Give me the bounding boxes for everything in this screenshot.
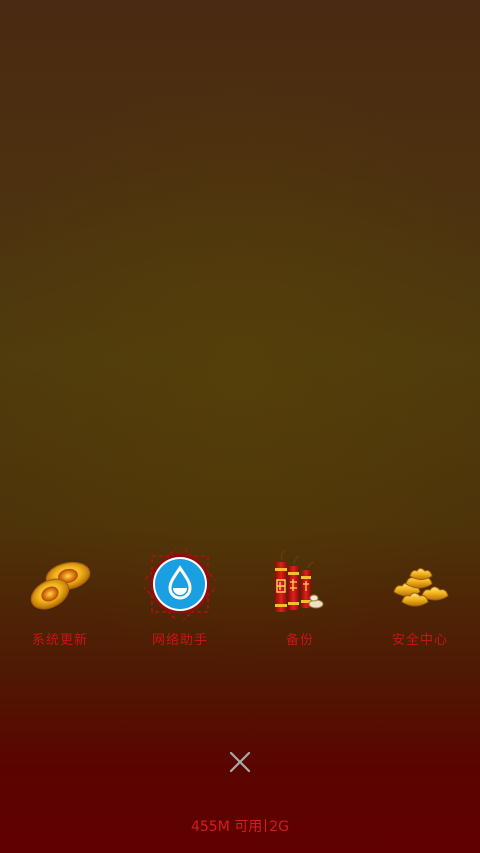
gold-ingot-pile-icon xyxy=(393,568,449,607)
system-update-label: 系统更新 xyxy=(31,633,88,648)
close-button[interactable] xyxy=(224,746,256,778)
network-assistant-button[interactable]: 网络助手 xyxy=(120,548,240,658)
backup-label: 备份 xyxy=(285,633,314,648)
backup-button[interactable]: 备份 xyxy=(240,548,360,658)
security-center-label: 安全中心 xyxy=(391,633,448,648)
water-drop-icon xyxy=(144,548,216,620)
memory-status: 455M 可用 2G xyxy=(0,816,480,836)
memory-total-text: 2G xyxy=(269,819,290,835)
system-update-button[interactable]: 系统更新 xyxy=(0,548,120,658)
security-center-button[interactable]: 安全中心 xyxy=(360,548,480,658)
app-launcher-row: 系统更新 网络助手 备份 安全中心 xyxy=(0,548,480,658)
memory-available-text: 455M 可用 xyxy=(190,819,263,835)
close-icon xyxy=(229,751,251,773)
firecrackers-icon xyxy=(275,550,324,612)
memory-divider xyxy=(265,819,267,832)
gold-ingots-icon xyxy=(30,561,91,610)
network-assistant-label: 网络助手 xyxy=(151,633,208,648)
